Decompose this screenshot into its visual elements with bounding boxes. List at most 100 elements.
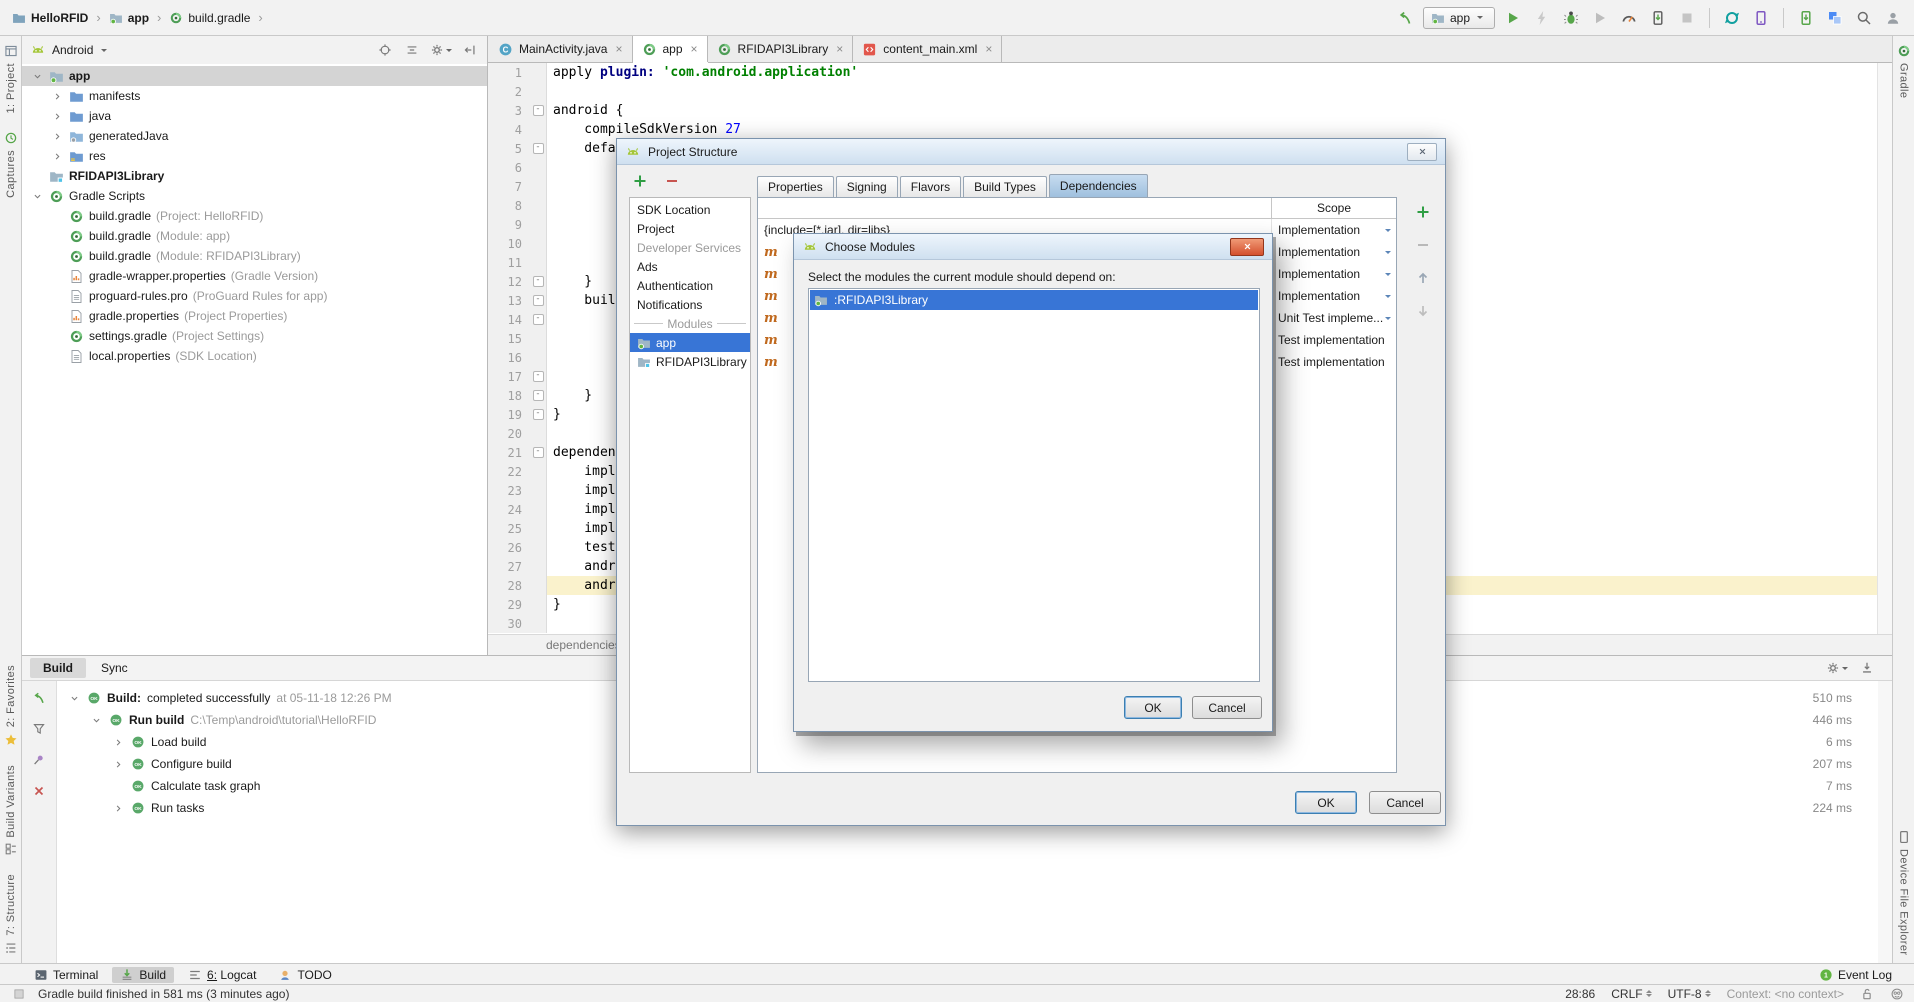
close-tab-icon[interactable]: × [615,42,622,56]
remove-module-button[interactable] [661,170,683,192]
ps-nav-item-authentication[interactable]: Authentication [630,276,750,295]
close-dialog-button[interactable] [1407,143,1437,161]
build-expand-icon[interactable] [111,759,125,770]
project-tree-item-gradle-scripts[interactable]: Gradle Scripts [22,186,487,206]
settings-button[interactable] [430,41,452,59]
scope-dropdown[interactable]: Test implementation [1272,329,1396,351]
breadcrumb-item-app[interactable]: app [107,9,151,27]
unlock-icon[interactable] [1860,987,1874,1001]
run-config-combo[interactable]: app [1423,7,1495,29]
line-ending-selector[interactable]: CRLF [1611,987,1651,1001]
tool-stripe-build-variants[interactable]: Build Variants [4,765,18,857]
fold-marker-icon[interactable]: - [533,409,544,420]
ps-tab-dependencies[interactable]: Dependencies [1049,174,1148,197]
profile-avatar-button[interactable] [1882,7,1904,29]
project-tree-item-gradle-wrapper-properties-gradle-version[interactable]: gradle-wrapper.properties (Gradle Versio… [22,266,487,286]
dialog-titlebar[interactable]: Choose Modules [794,234,1272,260]
scope-dropdown[interactable]: Unit Test impleme... [1272,307,1396,329]
close-tab-icon[interactable]: × [691,42,698,56]
project-tree-item-gradle-properties-project-properties[interactable]: gradle.properties (Project Properties) [22,306,487,326]
tree-collapse-icon[interactable] [30,71,44,82]
build-collapse-icon[interactable] [89,715,103,726]
breadcrumb-item-build-gradle[interactable]: build.gradle [167,9,252,27]
toolwindow-button-event-log[interactable]: 1Event Log [1811,967,1900,983]
toolwindow-button-terminal[interactable]: Terminal [26,967,106,983]
sdk-manager-button[interactable] [1795,7,1817,29]
scope-dropdown[interactable]: Test implementation [1272,351,1396,373]
ps-tab-flavors[interactable]: Flavors [900,176,961,197]
ps-nav-item-ads[interactable]: Ads [630,257,750,276]
editor-tab-content-main-xml[interactable]: content_main.xml× [853,36,1002,62]
sync-project-button[interactable] [1721,7,1743,29]
move-down-button[interactable] [1412,300,1434,322]
hide-panel-button[interactable] [461,41,479,59]
close-tab-icon[interactable]: × [836,42,843,56]
tool-stripe-device-file-explorer[interactable]: Device File Explorer [1897,830,1911,955]
module-list-item-rfidapi3library[interactable]: :RFIDAPI3Library [810,290,1258,310]
ps-tab-build-types[interactable]: Build Types [963,176,1047,197]
tree-collapse-icon[interactable] [30,191,44,202]
close-dialog-button[interactable] [1230,238,1264,256]
run-coverage-button[interactable] [1589,7,1611,29]
tree-expand-icon[interactable] [50,111,64,122]
remove-dependency-button[interactable] [1412,234,1434,256]
debug-button[interactable] [1560,7,1582,29]
build-expand-icon[interactable] [111,737,125,748]
ps-nav-item-sdk-location[interactable]: SDK Location [630,200,750,219]
toolwindow-toggle-button[interactable] [10,985,28,1003]
toolwindow-button-todo[interactable]: TODO [270,967,339,983]
build-expand-icon[interactable] [111,803,125,814]
locate-file-button[interactable] [376,41,394,59]
layout-inspector-button[interactable] [1824,7,1846,29]
ps-nav-item-app[interactable]: app [630,333,750,352]
editor-tab-app[interactable]: app× [633,36,708,62]
apply-changes-button[interactable] [1531,7,1553,29]
tree-expand-icon[interactable] [50,91,64,102]
ps-nav-item-rfidapi3library[interactable]: RFIDAPI3Library [630,352,750,371]
project-tree-item-res[interactable]: res [22,146,487,166]
cancel-button[interactable]: Cancel [1192,696,1262,719]
project-tree-item-generatedjava[interactable]: generatedJava [22,126,487,146]
tree-expand-icon[interactable] [50,131,64,142]
profiler-button[interactable] [1618,7,1640,29]
fold-marker-icon[interactable]: - [533,390,544,401]
tool-stripe-gradle[interactable]: Gradle [1897,44,1911,98]
ps-tab-signing[interactable]: Signing [836,176,898,197]
editor-scrollbar[interactable] [1877,63,1892,634]
ok-button[interactable]: OK [1124,696,1182,719]
breadcrumb-item-hellorfid[interactable]: HelloRFID [10,9,90,27]
build-settings-button[interactable] [1826,659,1848,677]
run-button[interactable] [1502,7,1524,29]
move-up-button[interactable] [1412,267,1434,289]
tool-stripe-captures[interactable]: Captures [4,131,18,198]
caret-position[interactable]: 28:86 [1565,987,1595,1001]
project-tree-item-build-gradle-project-hellorfid[interactable]: build.gradle (Project: HelloRFID) [22,206,487,226]
dialog-titlebar[interactable]: Project Structure [617,139,1445,165]
close-button[interactable] [30,782,48,800]
pin-button[interactable] [30,751,48,769]
attach-debugger-button[interactable] [1647,7,1669,29]
fold-marker-icon[interactable]: - [533,105,544,116]
close-tab-icon[interactable]: × [985,42,992,56]
fold-marker-icon[interactable]: - [533,295,544,306]
scope-dropdown[interactable]: Implementation [1272,285,1396,307]
scope-dropdown[interactable]: Implementation [1272,219,1396,241]
add-module-button[interactable] [629,170,651,192]
ps-nav-item-notifications[interactable]: Notifications [630,295,750,314]
search-everywhere-button[interactable] [1853,7,1875,29]
tree-expand-icon[interactable] [50,151,64,162]
project-view-selector[interactable]: Android [52,43,93,57]
project-tree-item-java[interactable]: java [22,106,487,126]
stop-button[interactable] [1676,7,1698,29]
project-tree-item-app[interactable]: app [22,66,487,86]
tool-stripe-7-structure[interactable]: 7: Structure [4,874,18,955]
make-module-button[interactable] [1394,7,1416,29]
fold-marker-icon[interactable]: - [533,314,544,325]
tool-stripe-2-favorites[interactable]: 2: Favorites [4,665,18,746]
project-tree-item-build-gradle-module-app[interactable]: build.gradle (Module: app) [22,226,487,246]
fold-marker-icon[interactable]: - [533,447,544,458]
toolwindow-button-build[interactable]: Build [112,967,174,983]
scope-dropdown[interactable]: Implementation [1272,263,1396,285]
scope-dropdown[interactable]: Implementation [1272,241,1396,263]
project-tree-item-local-properties-sdk-location[interactable]: local.properties (SDK Location) [22,346,487,366]
